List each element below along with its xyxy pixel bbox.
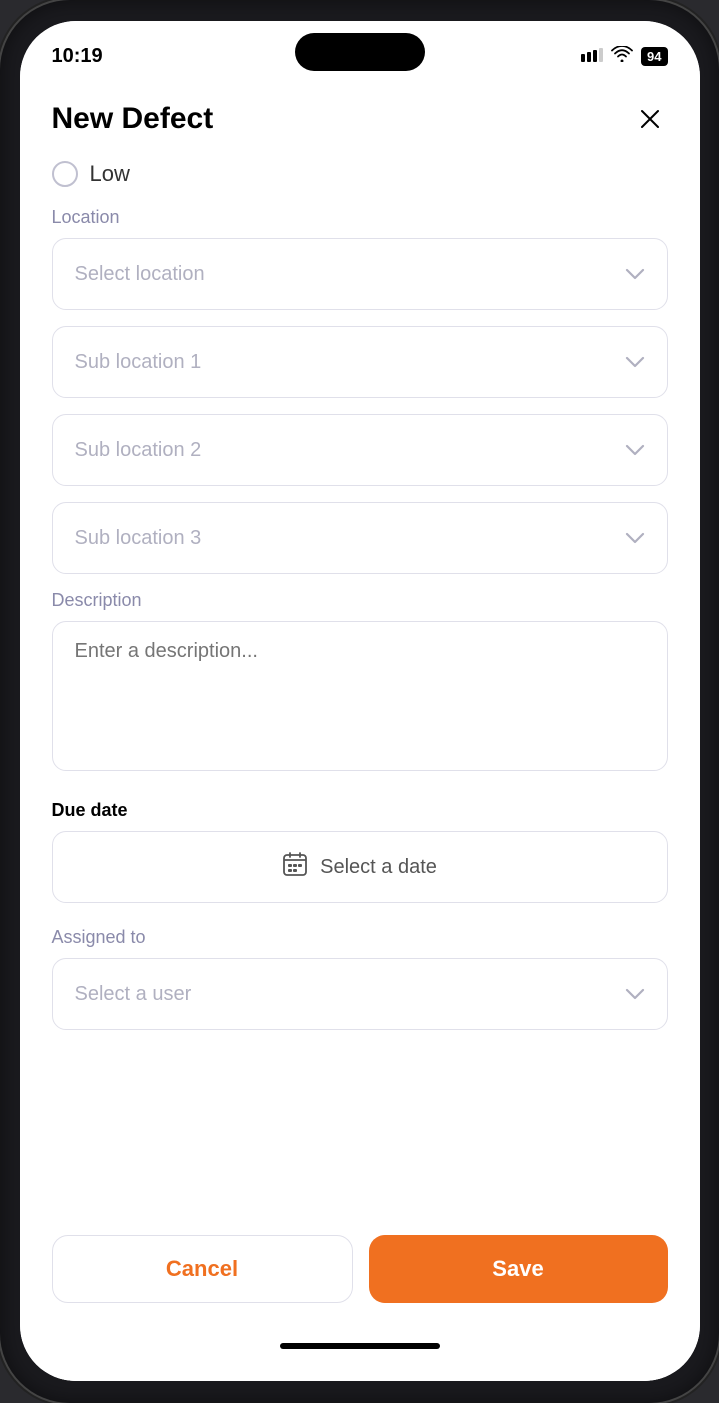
chevron-down-icon	[625, 983, 645, 1006]
location-label: Location	[52, 207, 668, 228]
wifi-icon	[611, 46, 633, 67]
select-user-placeholder: Select a user	[75, 983, 192, 1006]
sub-location-1-placeholder: Sub location 1	[75, 351, 202, 374]
priority-section: Low	[20, 153, 700, 207]
date-picker-button[interactable]: Select a date	[52, 831, 668, 903]
location-section: Location Select location Sub location 1	[20, 207, 700, 590]
chevron-down-icon	[625, 439, 645, 462]
signal-icon	[581, 48, 603, 65]
home-indicator	[280, 1343, 440, 1349]
sub-location-1-dropdown[interactable]: Sub location 1	[52, 326, 668, 398]
sub-location-2-placeholder: Sub location 2	[75, 439, 202, 462]
description-label: Description	[52, 590, 668, 611]
form-header: New Defect	[20, 77, 700, 153]
action-buttons: Cancel Save	[20, 1219, 700, 1335]
sub-location-3-placeholder: Sub location 3	[75, 527, 202, 550]
description-section: Description	[20, 590, 700, 800]
due-date-section: Due date Sele	[20, 800, 700, 927]
status-time: 10:19	[52, 45, 103, 68]
calendar-icon	[282, 851, 308, 884]
page-title: New Defect	[52, 102, 214, 136]
description-input[interactable]	[52, 621, 668, 771]
chevron-down-icon	[625, 263, 645, 286]
assigned-user-dropdown[interactable]: Select a user	[52, 958, 668, 1030]
assigned-to-section: Assigned to Select a user	[20, 927, 700, 1046]
status-icons: 94	[581, 46, 667, 67]
chevron-down-icon	[625, 527, 645, 550]
cancel-button[interactable]: Cancel	[52, 1235, 353, 1303]
status-bar: 10:19	[20, 21, 700, 77]
sub-location-3-dropdown[interactable]: Sub location 3	[52, 502, 668, 574]
close-button[interactable]	[632, 101, 668, 137]
date-placeholder: Select a date	[320, 856, 437, 879]
due-date-label: Due date	[52, 800, 668, 821]
select-location-dropdown[interactable]: Select location	[52, 238, 668, 310]
select-location-placeholder: Select location	[75, 263, 205, 286]
content-area: New Defect Low Location Select location	[20, 77, 700, 1381]
sub-location-2-dropdown[interactable]: Sub location 2	[52, 414, 668, 486]
priority-label: Low	[90, 161, 130, 187]
chevron-down-icon	[625, 351, 645, 374]
assigned-to-label: Assigned to	[52, 927, 668, 948]
battery-indicator: 94	[641, 47, 667, 66]
save-button[interactable]: Save	[369, 1235, 668, 1303]
dynamic-island	[295, 33, 425, 71]
priority-radio[interactable]	[52, 161, 78, 187]
